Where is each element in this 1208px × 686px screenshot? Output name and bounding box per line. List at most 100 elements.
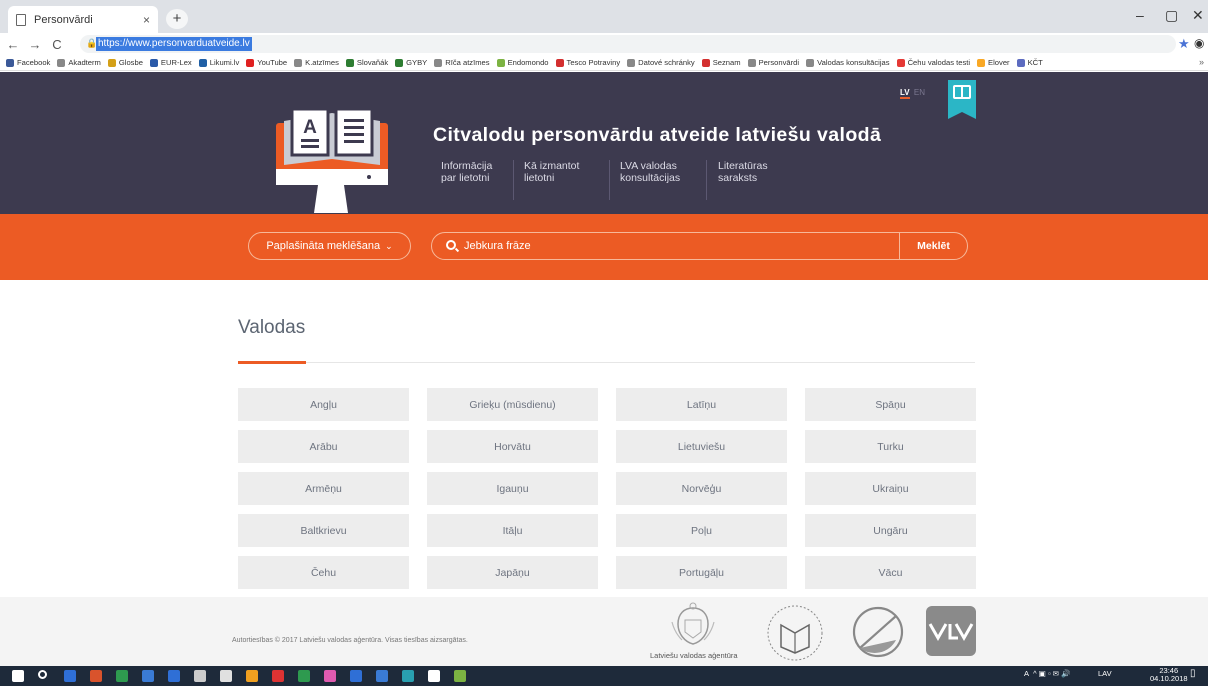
search-icon[interactable] xyxy=(38,670,47,679)
bookmark-item[interactable]: KČT xyxy=(1016,58,1043,67)
bookmark-item[interactable]: Facebook xyxy=(6,58,50,67)
bookmark-item[interactable]: YouTube xyxy=(246,58,287,67)
url-text[interactable]: https://www.personvarduatveide.lv xyxy=(96,37,252,51)
bookmark-item[interactable]: Slovaňák xyxy=(345,58,388,67)
tab-close-button[interactable]: × xyxy=(143,13,150,27)
outlook-icon[interactable] xyxy=(142,670,154,682)
language-button[interactable]: Ukraiņu xyxy=(805,472,976,505)
bookmark-icon xyxy=(294,58,303,67)
file-explorer-icon[interactable] xyxy=(64,670,76,682)
advanced-search-button[interactable]: Paplašināta meklēšana ⌄ xyxy=(248,232,411,260)
language-institute-logo[interactable] xyxy=(765,603,825,663)
search-input[interactable] xyxy=(464,238,894,254)
bookmark-ribbon[interactable] xyxy=(948,80,976,119)
chrome-icon[interactable] xyxy=(220,670,232,682)
bookmark-item[interactable]: Akadterm xyxy=(57,58,101,67)
bookmark-item[interactable]: Tesco Potraviny xyxy=(555,58,620,67)
bookmark-item[interactable]: Glosbe xyxy=(107,58,143,67)
site-logo[interactable]: A xyxy=(274,103,392,215)
close-window-button[interactable]: ✕ xyxy=(1192,7,1204,24)
bookmark-item[interactable]: Seznam xyxy=(701,58,741,67)
latvia-coat-of-arms-logo[interactable] xyxy=(668,600,718,650)
language-button[interactable]: Horvātu xyxy=(427,430,598,463)
taskbar-tray-icons[interactable]: A ^ ▣ ▫ ✉ 🔊 xyxy=(1024,669,1070,678)
bookmark-label: Endomondo xyxy=(507,58,549,67)
bookmark-label: Rīča atzīmes xyxy=(445,58,490,67)
bookmark-item[interactable]: K.atzīmes xyxy=(294,58,339,67)
nav-info[interactable]: Informācija par lietotni xyxy=(441,160,501,184)
language-button[interactable]: Grieķu (mūsdienu) xyxy=(427,388,598,421)
app-icon[interactable] xyxy=(350,670,362,682)
bookmark-label: Elover xyxy=(988,58,1010,67)
language-button[interactable]: Angļu xyxy=(238,388,409,421)
clock[interactable]: 23:46 04.10.2018 xyxy=(1150,667,1188,683)
language-button[interactable]: Itāļu xyxy=(427,514,598,547)
acrobat-icon[interactable] xyxy=(272,670,284,682)
bookmark-item[interactable]: Datové schránky xyxy=(627,58,695,67)
bookmark-item[interactable]: GYBY xyxy=(395,58,427,67)
bookmark-item[interactable]: Čehu valodas testi xyxy=(896,58,970,67)
nav-literature[interactable]: Literatūras saraksts xyxy=(718,160,798,184)
calculator-icon[interactable] xyxy=(194,670,206,682)
bookmark-item[interactable]: Personvārdi xyxy=(747,58,799,67)
language-button[interactable]: Baltkrievu xyxy=(238,514,409,547)
language-button[interactable]: Spāņu xyxy=(805,388,976,421)
start-icon[interactable] xyxy=(12,670,24,682)
search-submit-button[interactable]: Meklēt xyxy=(900,233,967,259)
lang-lv[interactable]: LV xyxy=(900,88,910,99)
lvlv-logo[interactable] xyxy=(926,606,976,656)
language-button[interactable]: Japāņu xyxy=(427,556,598,589)
new-tab-button[interactable]: + xyxy=(166,9,188,29)
browser-tab[interactable]: Personvārdi × xyxy=(8,6,158,33)
bookmark-icon xyxy=(57,58,66,67)
bookmark-item[interactable]: Endomondo xyxy=(496,58,549,67)
agency-name: Latviešu valodas aģentūra xyxy=(650,651,738,660)
app-icon[interactable] xyxy=(246,670,258,682)
back-button[interactable]: ← xyxy=(4,37,22,52)
bookmarks-more-button[interactable]: » xyxy=(1199,57,1204,67)
language-button[interactable]: Armēņu xyxy=(238,472,409,505)
account-icon[interactable]: ◉ xyxy=(1194,36,1204,50)
keyboard-layout[interactable]: LAV xyxy=(1098,669,1112,678)
nav-how-to[interactable]: Kā izmantot lietotni xyxy=(524,160,584,184)
language-button[interactable]: Norvēģu xyxy=(616,472,787,505)
languages-heading: Valodas xyxy=(238,317,306,338)
language-button[interactable]: Turku xyxy=(805,430,976,463)
notification-icon[interactable]: ▯ xyxy=(1190,668,1196,679)
reload-button[interactable]: C xyxy=(48,37,66,52)
powerpoint-icon[interactable] xyxy=(90,670,102,682)
minimize-button[interactable]: – xyxy=(1136,7,1144,23)
forward-button[interactable]: → xyxy=(26,37,44,52)
app-icon[interactable] xyxy=(324,670,336,682)
bookmark-item[interactable]: Rīča atzīmes xyxy=(434,58,490,67)
whatsapp-icon[interactable] xyxy=(298,670,310,682)
language-button[interactable]: Arābu xyxy=(238,430,409,463)
bookmark-label: KČT xyxy=(1027,58,1043,67)
bookmark-item[interactable]: Valodas konsultācijas xyxy=(806,58,890,67)
language-button[interactable]: Ungāru xyxy=(805,514,976,547)
app-icon[interactable] xyxy=(454,670,466,682)
nav-consultations[interactable]: LVA valodas konsultācijas xyxy=(620,160,705,184)
language-button[interactable]: Vācu xyxy=(805,556,976,589)
lang-en[interactable]: EN xyxy=(914,88,925,97)
bookmark-item[interactable]: Likumi.lv xyxy=(198,58,239,67)
language-button[interactable]: Igauņu xyxy=(427,472,598,505)
app-icon[interactable] xyxy=(376,670,388,682)
maximize-button[interactable]: ▢ xyxy=(1165,7,1178,24)
bookmark-star-icon[interactable]: ★ xyxy=(1178,36,1190,52)
bookmark-item[interactable]: Elover xyxy=(977,58,1010,67)
language-button[interactable]: Lietuviešu xyxy=(616,430,787,463)
language-button[interactable]: Poļu xyxy=(616,514,787,547)
language-button[interactable]: Čehu xyxy=(238,556,409,589)
language-button[interactable]: Latīņu xyxy=(616,388,787,421)
language-button[interactable]: Portugāļu xyxy=(616,556,787,589)
partner-circle-logo[interactable] xyxy=(850,604,906,660)
bookmark-item[interactable]: EUR-Lex xyxy=(149,58,192,67)
bookmark-icon xyxy=(6,58,14,67)
excel-icon[interactable] xyxy=(116,670,128,682)
app-icon[interactable] xyxy=(402,670,414,682)
app-icon[interactable] xyxy=(428,670,440,682)
address-bar[interactable]: 🔒 https://www.personvarduatveide.lv xyxy=(80,35,1176,53)
word-icon[interactable] xyxy=(168,670,180,682)
bookmark-label: K.atzīmes xyxy=(305,58,339,67)
